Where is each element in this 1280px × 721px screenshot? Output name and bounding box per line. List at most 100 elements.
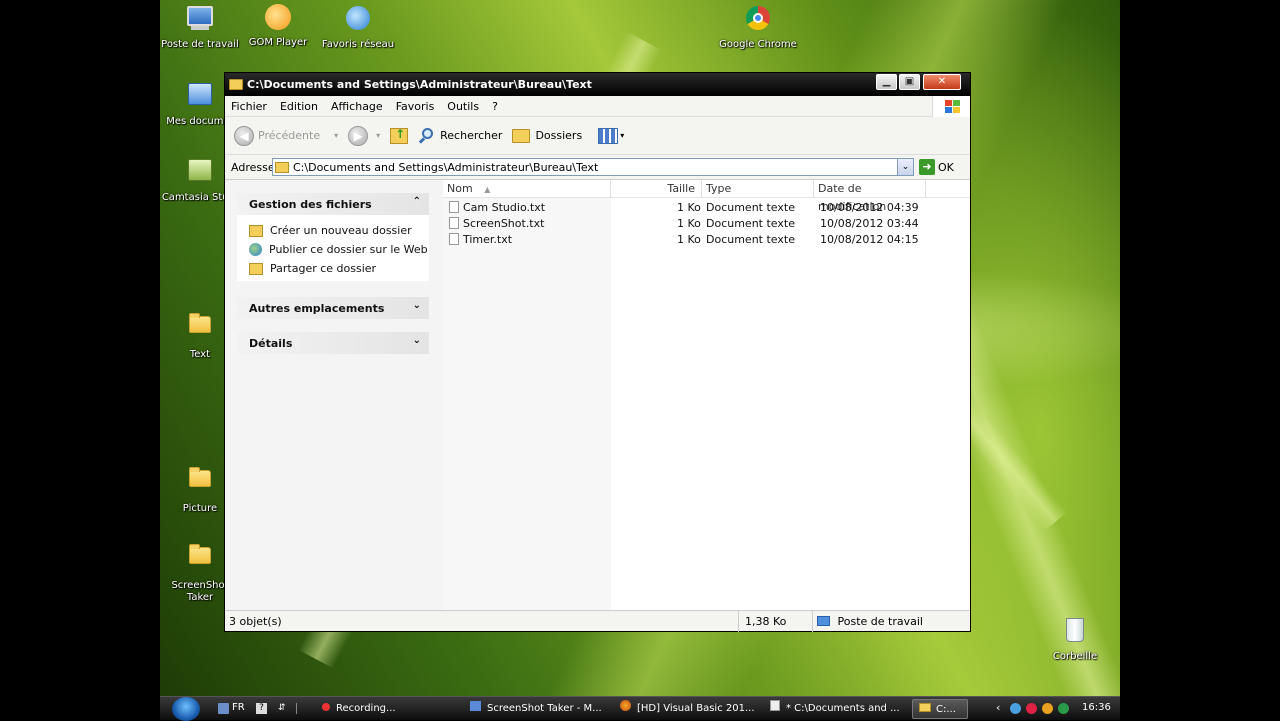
status-bar: 3 objet(s) 1,38 Ko Poste de travail [225,610,970,632]
camtasia-icon [185,159,215,189]
text-file-icon [449,217,459,229]
folder-icon [275,161,289,173]
search-icon [418,127,436,145]
desktop-icon-google-chrome[interactable]: Google Chrome [718,4,798,51]
explorer-window: C:\Documents and Settings\Administrateur… [224,72,971,632]
file-row[interactable]: ScreenShot.txt 1 Ko Document texte 10/08… [443,216,970,232]
desktop-icon-favoris-reseau[interactable]: Favoris réseau [318,4,398,51]
close-button[interactable]: ✕ [923,74,961,90]
expand-icon[interactable]: ⌄ [413,335,421,346]
tray-app-icon[interactable] [1042,703,1053,714]
details-header[interactable]: Détails ⌄ [237,332,429,354]
taskbar-task-recording[interactable]: Recording... [316,699,456,719]
notepad-icon [770,700,780,711]
network-icon [343,6,373,36]
column-header-name[interactable]: Nom ▲ [443,180,611,198]
folders-icon [512,128,531,143]
folder-icon [185,544,215,577]
taskbar: FR ? ⇵ Recording... ScreenShot Taker - M… [160,696,1120,721]
file-row[interactable]: Cam Studio.txt 1 Ko Document texte 10/08… [443,200,970,216]
task-publish-web[interactable]: Publier ce dossier sur le Web [237,240,429,259]
desktop-icon-gom-player[interactable]: GOM Player [238,4,318,49]
computer-icon [817,616,830,626]
taskbar-task-browser[interactable]: [HD] Visual Basic 201... [614,699,754,719]
menu-fichier[interactable]: Fichier [231,100,267,113]
task-share-folder[interactable]: Partager ce dossier [237,259,429,278]
firefox-icon [620,700,631,711]
share-folder-icon [249,262,263,275]
task-pane: Gestion des fichiers ⌃ Créer un nouveau … [225,180,443,610]
quick-launch-icon[interactable]: ⇵ [278,703,289,714]
skype-tray-icon[interactable] [1058,703,1069,714]
window-title: C:\Documents and Settings\Administrateur… [247,78,592,91]
menu-edition[interactable]: Edition [280,100,318,113]
chevron-down-icon: ⌄ [901,162,910,172]
back-button[interactable]: ◀ Précédente ▾ [234,125,338,146]
recycle-bin-icon [1060,618,1090,648]
file-row[interactable]: Timer.txt 1 Ko Document texte 10/08/2012… [443,232,970,248]
up-folder-icon: ↑ [390,127,409,144]
collapse-icon[interactable]: ⌃ [413,196,421,207]
sort-ascending-icon: ▲ [484,185,491,194]
menu-affichage[interactable]: Affichage [331,100,383,113]
taskbar-separator [296,703,307,714]
address-label: Adresse [231,160,275,174]
views-button[interactable]: ▾ [598,127,624,144]
menu-help[interactable]: ? [492,100,498,113]
expand-icon[interactable]: ⌄ [413,300,421,311]
sorted-column-highlight [443,198,611,610]
language-indicator[interactable]: FR [232,702,245,713]
up-folder-button[interactable]: ↑ [390,127,409,144]
toolbar: ◀ Précédente ▾ ▶ ▾ ↑ Rechercher Dossiers [225,117,970,155]
minimize-button[interactable]: ▁ [876,74,897,90]
menu-favoris[interactable]: Favoris [396,100,435,113]
go-button[interactable]: ➜ OK [919,159,954,175]
file-list: Nom ▲ Taille Type Date de modification C… [443,180,970,610]
close-icon: ✕ [937,76,947,87]
text-file-icon [449,233,459,245]
task-new-folder[interactable]: Créer un nouveau dossier [237,221,429,240]
other-places-header[interactable]: Autres emplacements ⌄ [237,297,429,319]
column-header-modified[interactable]: Date de modification [814,180,926,213]
status-location: Poste de travail [813,611,970,632]
desktop-icon-poste-de-travail[interactable]: Poste de travail [160,4,240,51]
address-input[interactable]: C:\Documents and Settings\Administrateur… [272,158,914,176]
search-button[interactable]: Rechercher [418,127,502,145]
address-value: C:\Documents and Settings\Administrateur… [293,160,599,174]
maximize-button[interactable]: ▣ [899,74,920,90]
network-tray-icon[interactable] [1010,703,1021,714]
go-arrow-icon: ➜ [919,159,935,175]
content-area: Gestion des fichiers ⌃ Créer un nouveau … [225,180,970,610]
taskbar-task-screenshot-taker[interactable]: ScreenShot Taker - M... [464,699,604,719]
my-documents-icon [185,83,215,113]
column-header-type[interactable]: Type [702,180,814,198]
menu-outils[interactable]: Outils [447,100,479,113]
status-size: 1,38 Ko [739,611,813,632]
windows-logo-icon [932,96,970,117]
taskbar-task-explorer[interactable]: C:... [912,699,968,719]
address-dropdown-button[interactable]: ⌄ [897,159,913,175]
forward-button[interactable]: ▶ ▾ [348,125,380,146]
minimize-icon: ▁ [882,76,891,87]
views-icon [598,127,619,144]
column-headers: Nom ▲ Taille Type Date de modification [443,180,970,213]
new-folder-icon [249,224,263,237]
file-tasks-header[interactable]: Gestion des fichiers ⌃ [237,193,429,215]
column-header-size[interactable]: Taille [611,180,702,198]
clock[interactable]: 16:36 [1082,702,1111,713]
folders-button[interactable]: Dossiers [512,128,582,143]
help-icon[interactable]: ? [256,703,267,714]
start-button[interactable] [172,697,200,721]
text-file-icon [449,201,459,213]
taskbar-task-notepad[interactable]: * C:\Documents and ... [764,699,904,719]
back-arrow-icon: ◀ [234,125,254,146]
antivirus-tray-icon[interactable] [1026,703,1037,714]
desktop: Poste de travail GOM Player Favoris rése… [160,0,1120,720]
window-titlebar[interactable]: C:\Documents and Settings\Administrateur… [225,73,970,96]
record-icon [322,703,330,711]
tray-expand-icon[interactable]: ‹ [996,701,1000,714]
computer-icon [185,6,215,36]
show-desktop-icon[interactable] [218,703,229,714]
address-bar: Adresse C:\Documents and Settings\Admini… [225,155,970,180]
desktop-icon-corbeille[interactable]: Corbeille [1035,616,1115,663]
